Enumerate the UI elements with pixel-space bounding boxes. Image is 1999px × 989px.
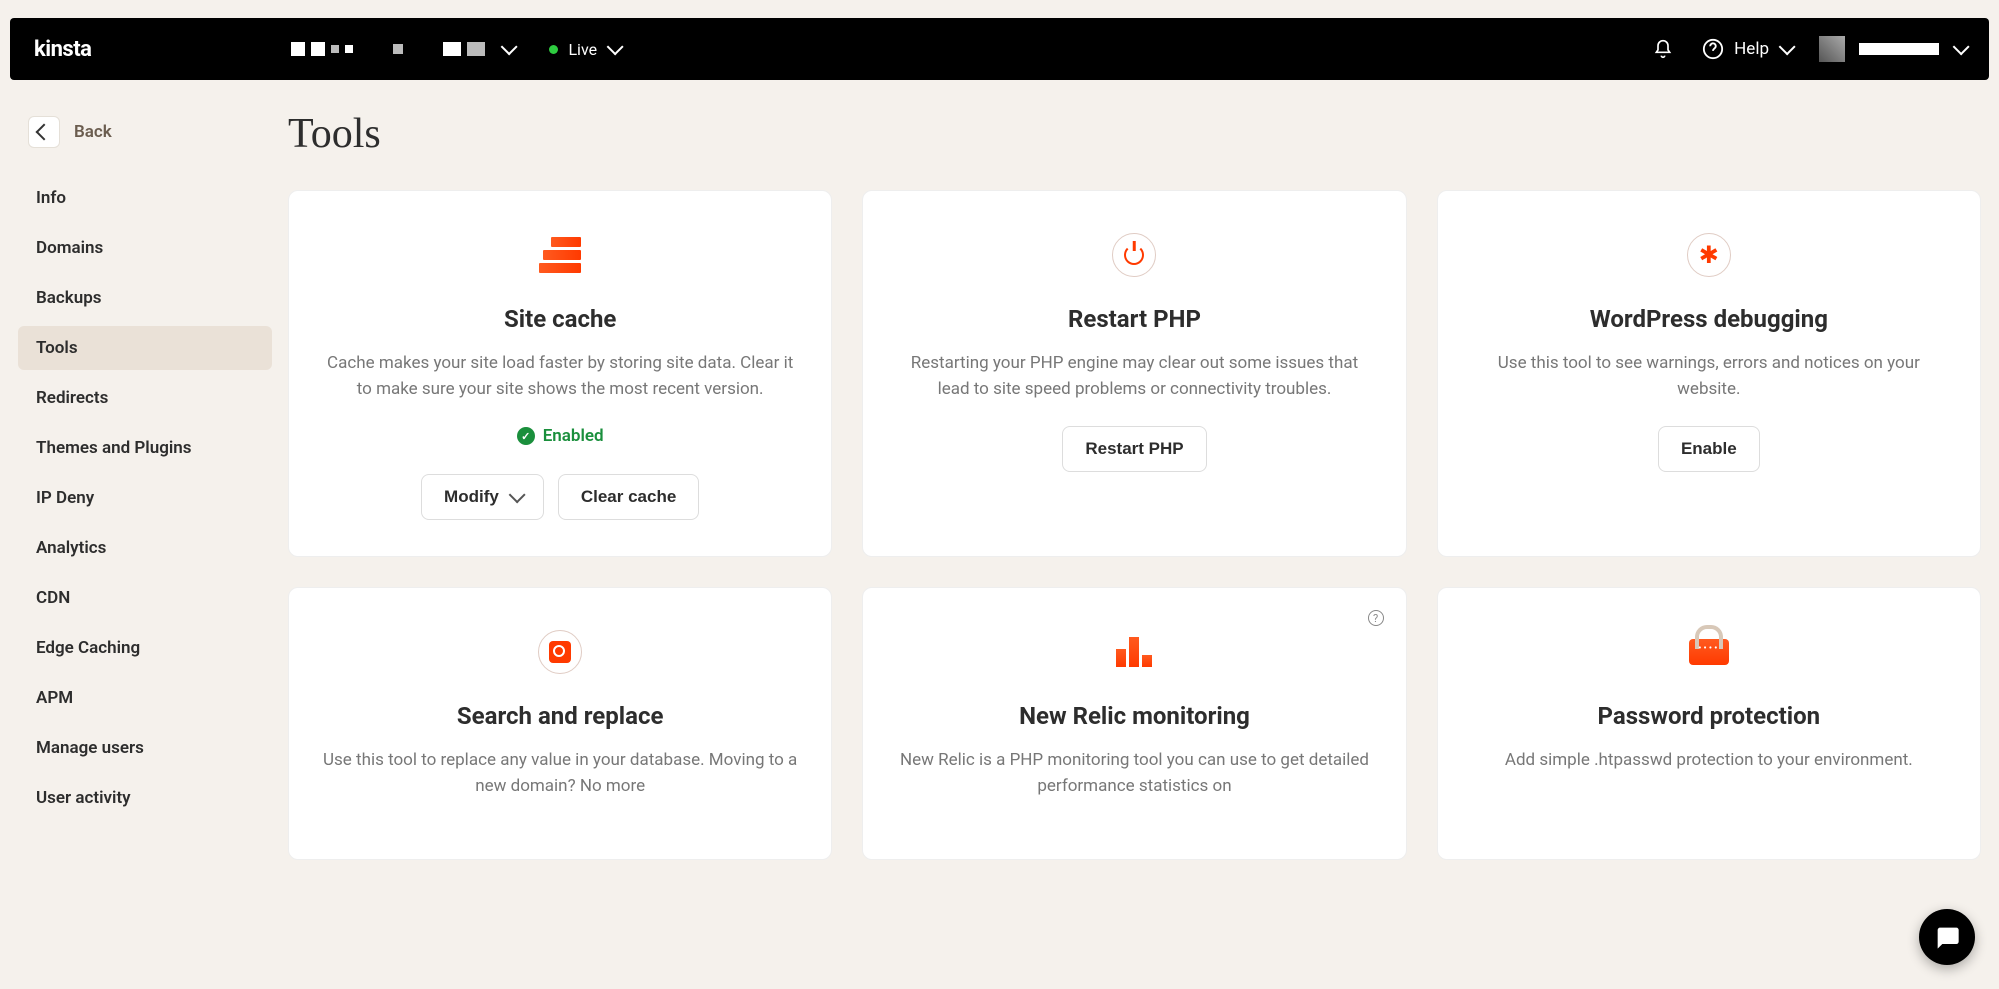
help-label: Help — [1734, 39, 1769, 59]
button-label: Restart PHP — [1085, 439, 1183, 459]
card-restart-php: Restart PHP Restarting your PHP engine m… — [862, 190, 1406, 557]
button-label: Clear cache — [581, 487, 676, 507]
bar-chart-icon — [1110, 628, 1158, 676]
status-dot-icon — [549, 45, 558, 54]
environment-label: Live — [568, 40, 597, 59]
sidebar-item-tools[interactable]: Tools — [18, 326, 272, 370]
avatar — [1819, 36, 1845, 62]
notifications-icon[interactable] — [1652, 38, 1674, 60]
sidebar-item-domains[interactable]: Domains — [18, 226, 272, 270]
restart-php-button[interactable]: Restart PHP — [1062, 426, 1206, 472]
site-selector-obscured[interactable] — [393, 44, 403, 54]
server-icon — [536, 231, 584, 279]
chevron-down-icon — [501, 38, 518, 55]
clear-cache-button[interactable]: Clear cache — [558, 474, 699, 520]
back-button[interactable] — [28, 116, 60, 148]
card-title: Restart PHP — [893, 305, 1375, 333]
site-name-obscured[interactable] — [443, 42, 485, 56]
enable-button[interactable]: Enable — [1658, 426, 1760, 472]
info-icon[interactable]: ? — [1368, 610, 1384, 626]
card-wp-debugging: ✱ WordPress debugging Use this tool to s… — [1437, 190, 1981, 557]
card-description: Add simple .htpasswd protection to your … — [1468, 748, 1950, 774]
chevron-down-icon — [607, 38, 624, 55]
card-title: Password protection — [1468, 702, 1950, 730]
button-label: Modify — [444, 487, 499, 507]
sidebar-item-ip-deny[interactable]: IP Deny — [18, 476, 272, 520]
card-description: New Relic is a PHP monitoring tool you c… — [893, 748, 1375, 799]
sidebar-item-analytics[interactable]: Analytics — [18, 526, 272, 570]
card-description: Restarting your PHP engine may clear out… — [893, 351, 1375, 402]
lock-icon — [1685, 628, 1733, 676]
card-search-replace: Search and replace Use this tool to repl… — [288, 587, 832, 860]
card-description: Use this tool to replace any value in yo… — [319, 748, 801, 799]
card-title: Search and replace — [319, 702, 801, 730]
chevron-down-icon — [1953, 38, 1970, 55]
card-title: WordPress debugging — [1468, 305, 1950, 333]
chevron-down-icon — [508, 486, 525, 503]
card-new-relic: ? New Relic monitoring New Relic is a PH… — [862, 587, 1406, 860]
user-menu[interactable] — [1819, 36, 1965, 62]
page-title: Tools — [288, 110, 1981, 158]
breadcrumb-obscured — [291, 42, 353, 56]
sidebar-item-themes-plugins[interactable]: Themes and Plugins — [18, 426, 272, 470]
sidebar-item-backups[interactable]: Backups — [18, 276, 272, 320]
logo: kinsta — [34, 37, 91, 62]
search-replace-icon — [536, 628, 584, 676]
check-circle-icon: ✓ — [517, 427, 535, 445]
button-label: Enable — [1681, 439, 1737, 459]
sidebar-item-user-activity[interactable]: User activity — [18, 776, 272, 820]
status-enabled: ✓ Enabled — [319, 426, 801, 446]
chat-icon — [1933, 923, 1961, 951]
sidebar-item-edge-caching[interactable]: Edge Caching — [18, 626, 272, 670]
card-password-protection: Password protection Add simple .htpasswd… — [1437, 587, 1981, 860]
sidebar-item-apm[interactable]: APM — [18, 676, 272, 720]
sidebar-item-redirects[interactable]: Redirects — [18, 376, 272, 420]
sidebar: Back Info Domains Backups Tools Redirect… — [10, 110, 280, 860]
card-title: New Relic monitoring — [893, 702, 1375, 730]
help-icon — [1702, 38, 1724, 60]
content-area: Tools Site cache Cache makes your site l… — [280, 110, 1989, 860]
card-description: Cache makes your site load faster by sto… — [319, 351, 801, 402]
environment-selector[interactable]: Live — [549, 40, 619, 59]
chat-launcher[interactable] — [1919, 909, 1975, 965]
top-bar: kinsta Live Help — [10, 18, 1989, 80]
card-description: Use this tool to see warnings, errors an… — [1468, 351, 1950, 402]
arrow-left-icon — [36, 124, 53, 141]
sidebar-item-info[interactable]: Info — [18, 176, 272, 220]
modify-button[interactable]: Modify — [421, 474, 544, 520]
restart-icon — [1110, 231, 1158, 279]
help-menu[interactable]: Help — [1702, 38, 1791, 60]
chevron-down-icon — [1779, 38, 1796, 55]
back-label[interactable]: Back — [74, 122, 112, 142]
card-title: Site cache — [319, 305, 801, 333]
sidebar-item-cdn[interactable]: CDN — [18, 576, 272, 620]
status-label: Enabled — [543, 426, 604, 446]
sidebar-item-manage-users[interactable]: Manage users — [18, 726, 272, 770]
bug-icon: ✱ — [1685, 231, 1733, 279]
user-name-obscured — [1859, 43, 1939, 55]
card-site-cache: Site cache Cache makes your site load fa… — [288, 190, 832, 557]
